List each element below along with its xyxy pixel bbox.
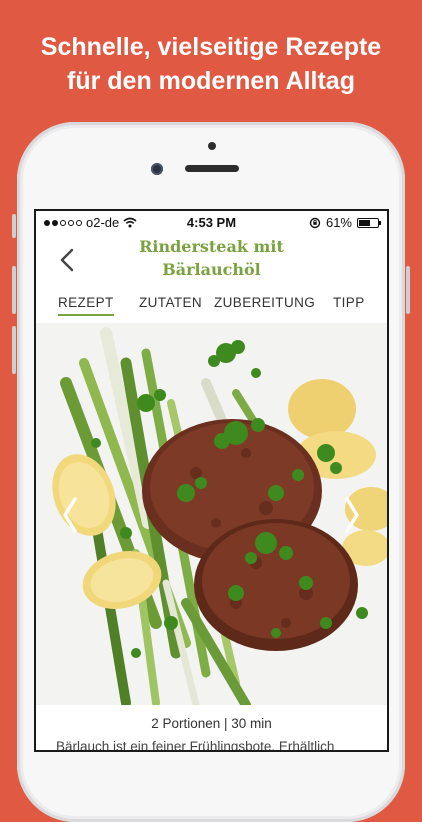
recipe-tabs: REZEPT ZUTATEN ZUBEREITUNG TIPP xyxy=(36,291,387,319)
earpiece-speaker xyxy=(185,165,239,172)
promo-headline: Schnelle, vielseitige Rezepte für den mo… xyxy=(0,30,422,98)
app-screen: o2-de 4:53 PM 61% Rindersteak mit Bärlau… xyxy=(36,211,387,750)
recipe-photo[interactable] xyxy=(36,323,387,705)
status-bar: o2-de 4:53 PM 61% xyxy=(36,211,387,233)
tab-zubereitung[interactable]: ZUBEREITUNG xyxy=(214,295,315,310)
rotation-lock-icon xyxy=(309,217,321,228)
promo-line-2: für den modernen Alltag xyxy=(67,67,355,95)
recipe-meta: 2 Portionen | 30 min xyxy=(151,716,272,731)
status-right-group: 61% xyxy=(309,215,381,230)
battery-icon xyxy=(357,217,381,228)
battery-percent: 61% xyxy=(325,215,352,230)
tab-zutaten[interactable]: ZUTATEN xyxy=(139,295,202,310)
recipe-intro-text: Bärlauch ist ein feiner Frühlingsbote. E… xyxy=(56,739,335,750)
steak-dish-illustration xyxy=(36,323,387,705)
chevron-right-icon xyxy=(345,497,359,533)
proximity-sensor xyxy=(208,142,216,150)
navigation-bar: Rindersteak mit Bärlauchöl xyxy=(36,233,387,285)
chevron-left-icon xyxy=(63,497,77,533)
promo-line-1: Schnelle, vielseitige Rezepte xyxy=(40,33,382,61)
recipe-title-line-1: Rindersteak mit xyxy=(139,237,284,256)
phone-volume-down xyxy=(12,326,16,374)
front-camera xyxy=(151,163,163,175)
previous-image-button[interactable] xyxy=(58,493,82,537)
back-button[interactable] xyxy=(54,247,80,273)
chevron-left-icon xyxy=(60,248,74,272)
tab-rezept[interactable]: REZEPT xyxy=(58,295,114,316)
phone-mute-switch xyxy=(12,214,16,238)
phone-volume-up xyxy=(12,266,16,314)
recipe-title-line-2: Bärlauchöl xyxy=(162,260,261,279)
phone-power-button xyxy=(406,266,410,314)
tab-tipp[interactable]: TIPP xyxy=(333,295,365,310)
recipe-title: Rindersteak mit Bärlauchöl xyxy=(106,235,317,281)
next-image-button[interactable] xyxy=(340,493,364,537)
